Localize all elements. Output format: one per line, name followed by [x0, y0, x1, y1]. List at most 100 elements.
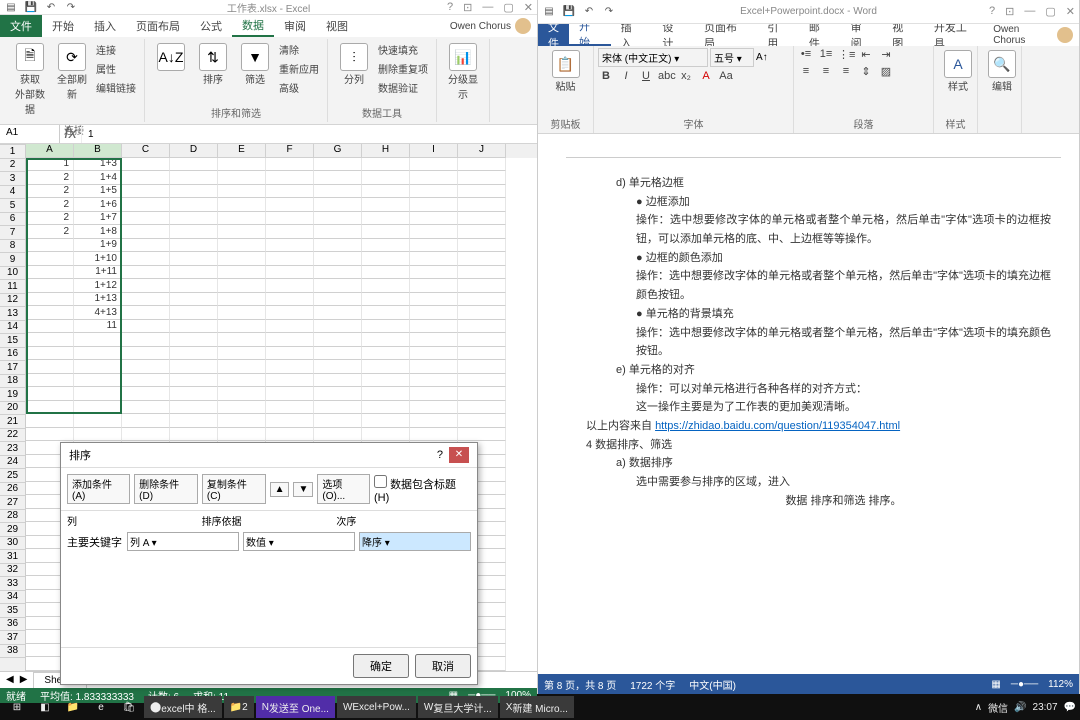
table-row[interactable]: 11+3 [26, 158, 537, 172]
undo-icon[interactable]: ↶ [44, 0, 58, 14]
cell[interactable] [122, 428, 170, 442]
cell[interactable] [362, 306, 410, 320]
cell[interactable] [410, 266, 458, 280]
tab-review[interactable]: 审阅 [274, 15, 316, 37]
cell[interactable] [122, 347, 170, 361]
close-icon[interactable]: ✕ [1066, 5, 1075, 18]
notifications-icon[interactable]: 💬 [1064, 702, 1076, 713]
tab-review[interactable]: 审阅 [841, 24, 883, 46]
bold-button[interactable]: B [598, 70, 614, 82]
cell[interactable] [266, 239, 314, 253]
cell[interactable]: 1+10 [74, 252, 122, 266]
cell[interactable]: 2 [26, 212, 74, 226]
cell[interactable] [410, 225, 458, 239]
add-level-button[interactable]: 添加条件(A) [67, 474, 130, 504]
refresh-all-button[interactable]: ⟳全部刷新 [52, 41, 92, 103]
row-header[interactable]: 2 [0, 159, 25, 173]
cell[interactable] [314, 198, 362, 212]
row-header[interactable]: 32 [0, 564, 25, 578]
cell[interactable] [266, 171, 314, 185]
sheet-nav-left[interactable]: ◀ [6, 674, 14, 685]
data-validation-button[interactable]: 数据验证 [376, 79, 430, 96]
cell[interactable]: 2 [26, 225, 74, 239]
row-header[interactable]: 3 [0, 172, 25, 186]
start-button[interactable]: ⊞ [4, 696, 30, 718]
cell[interactable] [74, 360, 122, 374]
cell[interactable]: 1+6 [74, 198, 122, 212]
cell[interactable] [410, 360, 458, 374]
col-header[interactable]: B [74, 144, 122, 158]
header-checkbox[interactable]: 数据包含标题(H) [374, 475, 471, 504]
cell[interactable] [266, 279, 314, 293]
sheet-nav-right[interactable]: ▶ [20, 674, 28, 685]
cell[interactable] [170, 293, 218, 307]
cell[interactable] [362, 252, 410, 266]
tab-data[interactable]: 数据 [232, 15, 274, 37]
formula-value[interactable]: 1 [82, 127, 100, 142]
table-row[interactable]: 21+6 [26, 198, 537, 212]
align-center-button[interactable]: ≡ [818, 65, 834, 78]
cell[interactable] [314, 212, 362, 226]
cell[interactable] [170, 360, 218, 374]
cell[interactable] [170, 279, 218, 293]
dialog-help[interactable]: ? [437, 449, 443, 461]
cell[interactable] [218, 293, 266, 307]
cell[interactable]: 1 [26, 158, 74, 172]
table-row[interactable] [26, 333, 537, 347]
tab-home[interactable]: 开始 [569, 24, 611, 46]
cell[interactable] [170, 266, 218, 280]
cell[interactable] [122, 414, 170, 428]
min-icon[interactable]: — [1024, 5, 1035, 18]
styles-button[interactable]: A样式 [938, 48, 978, 95]
row-header[interactable]: 11 [0, 280, 25, 294]
edge-icon[interactable]: e [88, 696, 114, 718]
cell[interactable] [26, 279, 74, 293]
cell[interactable] [122, 387, 170, 401]
row-header[interactable]: 20 [0, 402, 25, 416]
cell[interactable] [362, 212, 410, 226]
cell[interactable] [362, 198, 410, 212]
cell[interactable] [362, 374, 410, 388]
wechat-tray[interactable]: 微信 [988, 700, 1008, 715]
align-right-button[interactable]: ≡ [838, 65, 854, 78]
cell[interactable] [218, 347, 266, 361]
sort-az-button[interactable]: A↓Z [151, 41, 191, 73]
tab-insert[interactable]: 插入 [84, 15, 126, 37]
cell[interactable] [26, 306, 74, 320]
cell[interactable] [170, 252, 218, 266]
cell[interactable]: 2 [26, 198, 74, 212]
cell[interactable] [122, 239, 170, 253]
row-header[interactable]: 6 [0, 213, 25, 227]
cell[interactable] [266, 225, 314, 239]
cancel-button[interactable]: 取消 [415, 654, 471, 678]
cell[interactable] [362, 347, 410, 361]
avatar[interactable] [515, 18, 531, 34]
cell[interactable] [218, 374, 266, 388]
cell[interactable] [122, 158, 170, 172]
redo-icon[interactable]: ↷ [64, 0, 78, 14]
font-family-select[interactable]: 宋体 (中文正文) ▾ [598, 48, 708, 67]
cell[interactable] [362, 401, 410, 415]
spreadsheet-grid[interactable]: 1234567891011121314151617181920212223242… [0, 144, 537, 671]
cell[interactable]: 1+12 [74, 279, 122, 293]
dialog-close-icon[interactable]: ✕ [449, 447, 469, 463]
cell[interactable] [170, 333, 218, 347]
table-row[interactable]: 1+11 [26, 266, 537, 280]
tab-layout[interactable]: 页面布局 [126, 15, 190, 37]
name-box[interactable]: A1 [0, 125, 60, 143]
line-spacing-button[interactable]: ⇕ [858, 65, 874, 78]
cell[interactable] [458, 347, 506, 361]
cell[interactable] [170, 401, 218, 415]
cell[interactable] [26, 293, 74, 307]
cell[interactable] [266, 320, 314, 334]
taskbar-item[interactable]: ⬤ excel中 格... [144, 696, 222, 718]
cell[interactable] [122, 185, 170, 199]
cell[interactable] [74, 387, 122, 401]
cell[interactable] [362, 171, 410, 185]
cell[interactable] [26, 428, 74, 442]
cell[interactable] [170, 374, 218, 388]
cell[interactable] [266, 360, 314, 374]
save-icon[interactable]: 💾 [24, 0, 38, 14]
cell[interactable] [122, 360, 170, 374]
cell[interactable] [458, 225, 506, 239]
